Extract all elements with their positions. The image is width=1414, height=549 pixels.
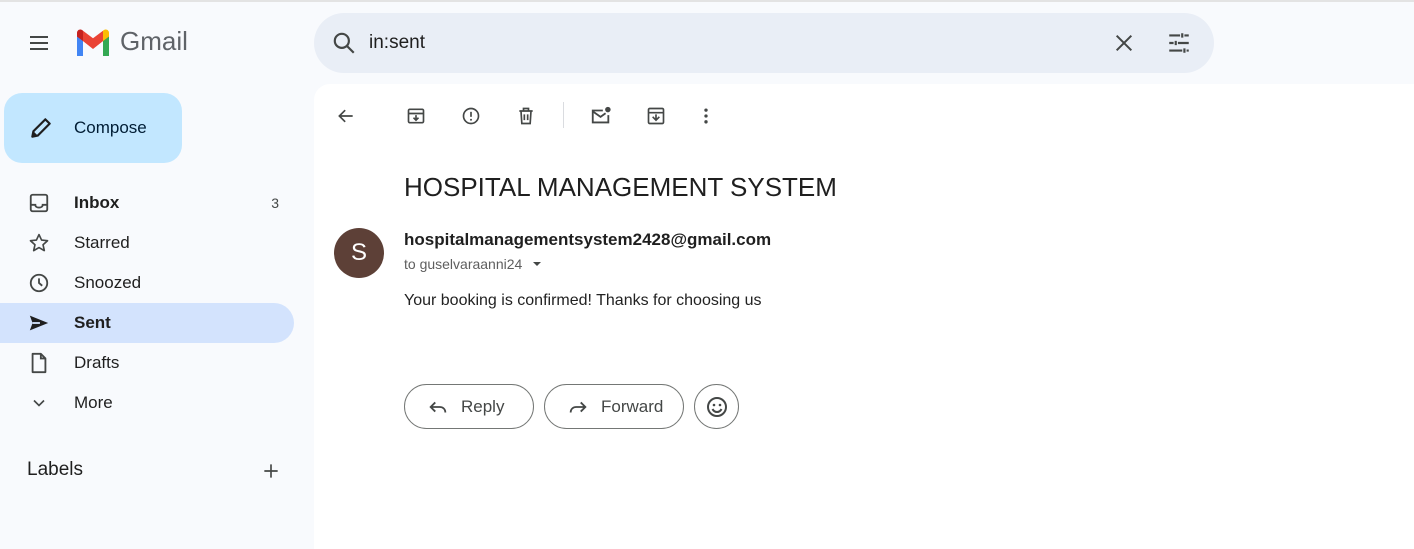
close-icon — [1115, 34, 1133, 52]
forward-label: Forward — [601, 396, 664, 416]
sidebar-item-sent[interactable]: Sent — [0, 303, 294, 343]
toolbar-divider — [563, 102, 564, 128]
sender-address[interactable]: hospitalmanagementsystem2428@gmail.com — [404, 230, 771, 250]
sidebar-item-label: Inbox — [74, 193, 120, 212]
compose-label: Compose — [74, 118, 147, 137]
draft-icon — [27, 351, 51, 375]
inbox-icon — [27, 191, 51, 215]
pencil-icon — [28, 115, 54, 141]
sidebar-nav: Inbox 3 Starred Snoozed Sent Drafts More — [0, 183, 294, 423]
sidebar-item-snoozed[interactable]: Snoozed — [0, 263, 294, 303]
star-icon — [27, 231, 51, 255]
tune-icon — [1169, 33, 1189, 53]
gmail-logo[interactable]: Gmail — [74, 26, 188, 57]
message-subject: HOSPITAL MANAGEMENT SYSTEM — [404, 172, 837, 202]
labels-heading: Labels — [27, 459, 83, 480]
forward-button[interactable]: Forward — [544, 384, 684, 429]
back-button[interactable] — [330, 100, 362, 132]
more-options-button[interactable] — [690, 100, 722, 132]
plus-icon — [264, 464, 278, 478]
hamburger-icon — [30, 36, 48, 50]
sidebar-item-label: More — [74, 393, 113, 412]
sidebar-item-inbox[interactable]: Inbox 3 — [0, 183, 294, 223]
search-input[interactable] — [369, 27, 1069, 59]
sidebar-item-label: Snoozed — [74, 273, 142, 292]
forward-icon — [567, 396, 589, 418]
smiley-icon — [706, 396, 727, 417]
show-details-button[interactable] — [530, 257, 544, 271]
report-icon — [462, 107, 480, 125]
recipient-line: to guselvaraanni24 — [404, 256, 544, 272]
reply-label: Reply — [461, 396, 505, 416]
compose-button[interactable]: Compose — [4, 93, 182, 163]
search-bar — [314, 13, 1214, 73]
gmail-m-icon — [77, 29, 109, 56]
sidebar-item-label: Sent — [74, 313, 111, 332]
create-label-button[interactable] — [258, 458, 284, 484]
send-icon — [27, 311, 51, 335]
archive-icon — [407, 108, 425, 124]
archive-button[interactable] — [400, 100, 432, 132]
mark-unread-button[interactable] — [585, 100, 617, 132]
sidebar-item-starred[interactable]: Starred — [0, 223, 294, 263]
caret-down-icon — [533, 262, 542, 266]
sidebar-item-drafts[interactable]: Drafts — [0, 343, 294, 383]
delete-button[interactable] — [510, 100, 542, 132]
sidebar-item-label: Drafts — [74, 353, 120, 372]
chevron-down-icon — [27, 391, 51, 415]
mark-unread-icon — [591, 106, 611, 124]
top-border — [0, 0, 1414, 2]
unread-count: 3 — [271, 195, 279, 211]
report-spam-button[interactable] — [455, 100, 487, 132]
add-task-icon — [647, 107, 665, 125]
message-body: Your booking is confirmed! Thanks for ch… — [404, 292, 762, 309]
app-name: Gmail — [120, 26, 188, 56]
main-menu-button[interactable] — [19, 23, 59, 63]
reply-button[interactable]: Reply — [404, 384, 534, 429]
avatar[interactable]: S — [334, 228, 384, 278]
reply-icon — [427, 396, 449, 418]
sidebar-item-more[interactable]: More — [0, 383, 294, 423]
add-to-tasks-button[interactable] — [640, 100, 672, 132]
search-icon — [333, 32, 355, 54]
more-vert-icon — [704, 108, 708, 124]
search-button[interactable] — [330, 29, 358, 57]
clear-search-button[interactable] — [1109, 28, 1139, 58]
trash-icon — [519, 107, 533, 125]
sidebar-item-label: Starred — [74, 233, 130, 252]
search-options-button[interactable] — [1164, 28, 1194, 58]
message-view: HOSPITAL MANAGEMENT SYSTEM S hospitalman… — [314, 84, 1414, 549]
emoji-reaction-button[interactable] — [694, 384, 739, 429]
arrow-back-icon — [338, 109, 353, 123]
recipient-text: to guselvaraanni24 — [404, 256, 523, 272]
clock-icon — [27, 271, 51, 295]
